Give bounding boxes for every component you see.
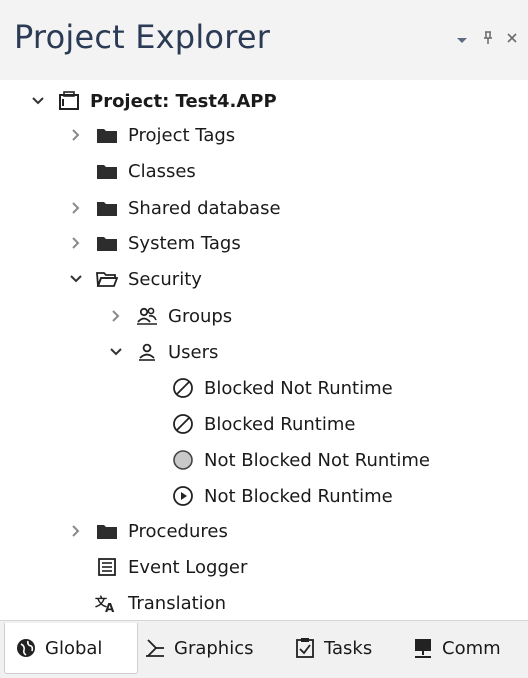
tree-item-label: Not Blocked Not Runtime [204, 449, 430, 471]
chevron-right-icon[interactable] [66, 233, 86, 253]
blocked-icon [170, 377, 196, 399]
chevron-right-icon[interactable] [66, 521, 86, 541]
chevron-down-icon[interactable] [66, 269, 86, 289]
log-icon [94, 556, 120, 578]
tree-item-security[interactable]: Security [66, 262, 202, 296]
panel-title: Project Explorer [14, 18, 271, 56]
tab-label: Tasks [324, 637, 373, 659]
chevron-down-icon[interactable] [106, 342, 126, 362]
tree-item-user-blocked-runtime[interactable]: Blocked Runtime [170, 407, 355, 441]
tab-label: Graphics [174, 637, 254, 659]
tree-item-event-logger[interactable]: Event Logger [66, 550, 247, 584]
chevron-right-icon[interactable] [66, 125, 86, 145]
tree-item-shared-database[interactable]: Shared database [66, 191, 281, 225]
chevron-down-icon[interactable] [28, 91, 48, 111]
play-circle-icon [170, 485, 196, 507]
folder-icon [94, 520, 120, 542]
tree-item-label: Procedures [128, 520, 228, 542]
tree-item-label: Groups [168, 305, 233, 327]
tree-item-label: Translation [128, 592, 227, 614]
blocked-icon [170, 413, 196, 435]
tree-item-label: Project: Test4.APP [90, 90, 277, 112]
bottom-tab-bar: Global Graphics Tasks Comm [0, 620, 528, 678]
tree-item-label: Security [128, 268, 202, 290]
tree-item-translation[interactable]: 文A Translation [66, 586, 226, 620]
project-tree: Project: Test4.APP Project Tags Classes … [0, 80, 528, 620]
project-icon [56, 90, 82, 112]
tasks-icon [292, 637, 318, 659]
tree-item-classes[interactable]: Classes [66, 154, 196, 188]
tree-item-label: Blocked Runtime [204, 413, 356, 435]
folder-icon [94, 232, 120, 254]
user-icon [134, 341, 160, 363]
tree-item-user-blocked-not-runtime[interactable]: Blocked Not Runtime [170, 371, 393, 405]
tree-item-project-tags[interactable]: Project Tags [66, 118, 235, 152]
tab-comm[interactable]: Comm [410, 623, 501, 673]
chevron-right-icon[interactable] [66, 198, 86, 218]
group-icon [134, 305, 160, 327]
tree-item-label: Blocked Not Runtime [204, 377, 393, 399]
close-icon[interactable] [502, 30, 522, 50]
tab-label: Comm [442, 637, 501, 659]
tree-item-groups[interactable]: Groups [106, 299, 232, 333]
tree-item-user-not-blocked-runtime[interactable]: Not Blocked Runtime [170, 479, 393, 513]
monitor-icon [410, 637, 436, 659]
tree-item-system-tags[interactable]: System Tags [66, 226, 241, 260]
folder-open-icon [94, 268, 120, 290]
tree-item-procedures[interactable]: Procedures [66, 514, 228, 548]
tree-item-label: Users [168, 341, 219, 363]
tab-graphics[interactable]: Graphics [142, 623, 254, 673]
globe-icon [13, 637, 39, 659]
tab-tasks[interactable]: Tasks [292, 623, 372, 673]
tree-item-label: Shared database [128, 197, 281, 219]
graphics-icon [142, 637, 168, 659]
pin-icon[interactable] [478, 30, 498, 51]
tree-item-label: System Tags [128, 232, 241, 254]
tab-label: Global [45, 637, 103, 659]
tree-item-root[interactable]: Project: Test4.APP [28, 84, 277, 118]
panel-header: Project Explorer [0, 0, 528, 80]
svg-text:A: A [105, 601, 115, 613]
chevron-down-icon[interactable] [452, 30, 472, 50]
tree-item-label: Project Tags [128, 124, 236, 146]
folder-icon [94, 160, 120, 182]
tree-item-user-not-blocked-not-runtime[interactable]: Not Blocked Not Runtime [170, 443, 430, 477]
circle-icon [170, 449, 196, 471]
tree-item-label: Event Logger [128, 556, 248, 578]
folder-icon [94, 197, 120, 219]
tree-item-label: Classes [128, 160, 196, 182]
tree-item-label: Not Blocked Runtime [204, 485, 393, 507]
chevron-right-icon[interactable] [106, 306, 126, 326]
folder-icon [94, 124, 120, 146]
tree-item-users[interactable]: Users [106, 335, 218, 369]
tab-global[interactable]: Global [4, 623, 138, 674]
translate-icon: 文A [94, 592, 120, 614]
